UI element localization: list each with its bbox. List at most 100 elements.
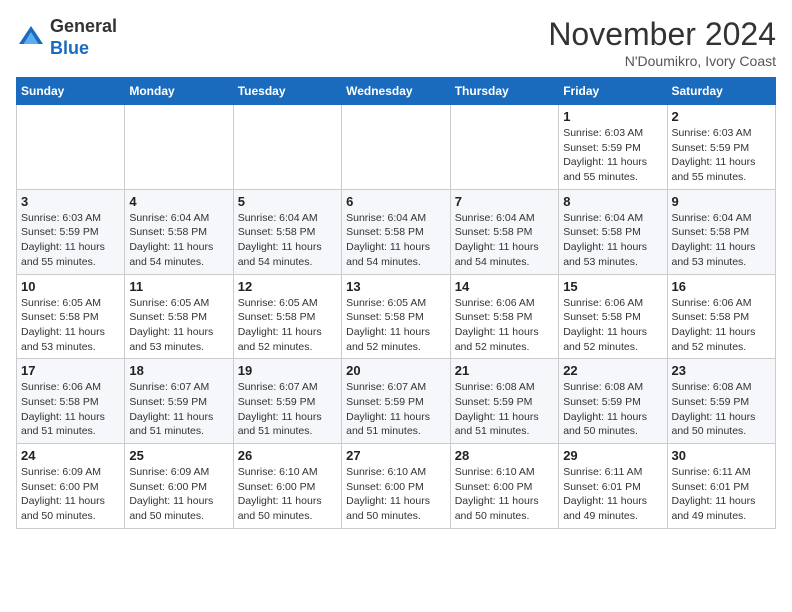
calendar-week-3: 10 Sunrise: 6:05 AMSunset: 5:58 PMDayligh… bbox=[17, 274, 776, 359]
calendar-week-2: 3 Sunrise: 6:03 AMSunset: 5:59 PMDaylight… bbox=[17, 189, 776, 274]
day-number: 6 bbox=[346, 194, 446, 209]
day-info: Sunrise: 6:07 AMSunset: 5:59 PMDaylight:… bbox=[346, 380, 446, 439]
day-info: Sunrise: 6:08 AMSunset: 5:59 PMDaylight:… bbox=[563, 380, 662, 439]
day-info: Sunrise: 6:03 AMSunset: 5:59 PMDaylight:… bbox=[21, 211, 120, 270]
day-number: 17 bbox=[21, 363, 120, 378]
calendar-cell: 19 Sunrise: 6:07 AMSunset: 5:59 PMDayligh… bbox=[233, 359, 341, 444]
day-info: Sunrise: 6:08 AMSunset: 5:59 PMDaylight:… bbox=[672, 380, 772, 439]
day-number: 28 bbox=[455, 448, 554, 463]
day-info: Sunrise: 6:04 AMSunset: 5:58 PMDaylight:… bbox=[672, 211, 772, 270]
day-number: 7 bbox=[455, 194, 554, 209]
calendar-cell: 8 Sunrise: 6:04 AMSunset: 5:58 PMDaylight… bbox=[559, 189, 667, 274]
calendar-cell: 27 Sunrise: 6:10 AMSunset: 6:00 PMDayligh… bbox=[342, 444, 451, 529]
calendar-cell: 2 Sunrise: 6:03 AMSunset: 5:59 PMDaylight… bbox=[667, 105, 776, 190]
title-block: November 2024 N'Doumikro, Ivory Coast bbox=[548, 16, 776, 69]
calendar-body: 1 Sunrise: 6:03 AMSunset: 5:59 PMDaylight… bbox=[17, 105, 776, 529]
weekday-header-saturday: Saturday bbox=[667, 78, 776, 105]
logo-icon bbox=[16, 23, 46, 53]
calendar-cell: 14 Sunrise: 6:06 AMSunset: 5:58 PMDayligh… bbox=[450, 274, 558, 359]
day-info: Sunrise: 6:07 AMSunset: 5:59 PMDaylight:… bbox=[129, 380, 228, 439]
day-number: 8 bbox=[563, 194, 662, 209]
calendar-week-5: 24Sunrise: 6:09 AMSunset: 6:00 PMDayligh… bbox=[17, 444, 776, 529]
day-number: 2 bbox=[672, 109, 772, 124]
day-info: Sunrise: 6:05 AMSunset: 5:58 PMDaylight:… bbox=[21, 296, 120, 355]
calendar-table: SundayMondayTuesdayWednesdayThursdayFrid… bbox=[16, 77, 776, 529]
calendar-cell: 7Sunrise: 6:04 AMSunset: 5:58 PMDaylight… bbox=[450, 189, 558, 274]
day-info: Sunrise: 6:06 AMSunset: 5:58 PMDaylight:… bbox=[455, 296, 554, 355]
day-number: 1 bbox=[563, 109, 662, 124]
day-info: Sunrise: 6:10 AMSunset: 6:00 PMDaylight:… bbox=[346, 465, 446, 524]
calendar-cell: 17 Sunrise: 6:06 AMSunset: 5:58 PMDayligh… bbox=[17, 359, 125, 444]
logo-blue-text: Blue bbox=[50, 38, 117, 60]
logo-text: General Blue bbox=[50, 16, 117, 59]
day-number: 13 bbox=[346, 279, 446, 294]
calendar-cell: 3 Sunrise: 6:03 AMSunset: 5:59 PMDaylight… bbox=[17, 189, 125, 274]
day-number: 16 bbox=[672, 279, 772, 294]
calendar-cell: 29 Sunrise: 6:11 AMSunset: 6:01 PMDayligh… bbox=[559, 444, 667, 529]
weekday-header-monday: Monday bbox=[125, 78, 233, 105]
calendar-cell bbox=[450, 105, 558, 190]
day-number: 11 bbox=[129, 279, 228, 294]
calendar-cell: 5Sunrise: 6:04 AMSunset: 5:58 PMDaylight… bbox=[233, 189, 341, 274]
logo-general-text: General bbox=[50, 16, 117, 38]
day-number: 18 bbox=[129, 363, 228, 378]
calendar-week-1: 1 Sunrise: 6:03 AMSunset: 5:59 PMDaylight… bbox=[17, 105, 776, 190]
calendar-cell: 16 Sunrise: 6:06 AMSunset: 5:58 PMDayligh… bbox=[667, 274, 776, 359]
day-info: Sunrise: 6:06 AMSunset: 5:58 PMDaylight:… bbox=[21, 380, 120, 439]
day-info: Sunrise: 6:04 AMSunset: 5:58 PMDaylight:… bbox=[129, 211, 228, 270]
day-number: 4 bbox=[129, 194, 228, 209]
calendar-cell: 10 Sunrise: 6:05 AMSunset: 5:58 PMDayligh… bbox=[17, 274, 125, 359]
day-number: 14 bbox=[455, 279, 554, 294]
day-number: 12 bbox=[238, 279, 337, 294]
logo: General Blue bbox=[16, 16, 117, 59]
day-number: 19 bbox=[238, 363, 337, 378]
day-info: Sunrise: 6:03 AMSunset: 5:59 PMDaylight:… bbox=[672, 126, 772, 185]
calendar-cell bbox=[17, 105, 125, 190]
day-info: Sunrise: 6:04 AMSunset: 5:58 PMDaylight:… bbox=[346, 211, 446, 270]
calendar-header: SundayMondayTuesdayWednesdayThursdayFrid… bbox=[17, 78, 776, 105]
calendar-cell: 21 Sunrise: 6:08 AMSunset: 5:59 PMDayligh… bbox=[450, 359, 558, 444]
day-number: 22 bbox=[563, 363, 662, 378]
day-info: Sunrise: 6:06 AMSunset: 5:58 PMDaylight:… bbox=[672, 296, 772, 355]
day-info: Sunrise: 6:09 AMSunset: 6:00 PMDaylight:… bbox=[129, 465, 228, 524]
day-info: Sunrise: 6:09 AMSunset: 6:00 PMDaylight:… bbox=[21, 465, 120, 524]
page-header: General Blue November 2024 N'Doumikro, I… bbox=[16, 16, 776, 69]
day-number: 26 bbox=[238, 448, 337, 463]
calendar-cell: 12 Sunrise: 6:05 AMSunset: 5:58 PMDayligh… bbox=[233, 274, 341, 359]
calendar-cell: 1Sunrise: 6:03 AMSunset: 5:59 PMDaylight… bbox=[559, 105, 667, 190]
month-title: November 2024 bbox=[548, 16, 776, 53]
calendar-cell: 6 Sunrise: 6:04 AMSunset: 5:58 PMDaylight… bbox=[342, 189, 451, 274]
day-number: 21 bbox=[455, 363, 554, 378]
day-number: 3 bbox=[21, 194, 120, 209]
day-number: 10 bbox=[21, 279, 120, 294]
calendar-cell: 28 Sunrise: 6:10 AMSunset: 6:00 PMDayligh… bbox=[450, 444, 558, 529]
calendar-cell: 11 Sunrise: 6:05 AMSunset: 5:58 PMDayligh… bbox=[125, 274, 233, 359]
day-info: Sunrise: 6:11 AMSunset: 6:01 PMDaylight:… bbox=[672, 465, 772, 524]
day-info: Sunrise: 6:08 AMSunset: 5:59 PMDaylight:… bbox=[455, 380, 554, 439]
day-info: Sunrise: 6:04 AMSunset: 5:58 PMDaylight:… bbox=[238, 211, 337, 270]
day-info: Sunrise: 6:10 AMSunset: 6:00 PMDaylight:… bbox=[455, 465, 554, 524]
day-number: 25 bbox=[129, 448, 228, 463]
calendar-cell: 23Sunrise: 6:08 AMSunset: 5:59 PMDayligh… bbox=[667, 359, 776, 444]
day-info: Sunrise: 6:05 AMSunset: 5:58 PMDaylight:… bbox=[238, 296, 337, 355]
day-number: 29 bbox=[563, 448, 662, 463]
day-number: 9 bbox=[672, 194, 772, 209]
calendar-cell: 4 Sunrise: 6:04 AMSunset: 5:58 PMDaylight… bbox=[125, 189, 233, 274]
day-number: 27 bbox=[346, 448, 446, 463]
location-subtitle: N'Doumikro, Ivory Coast bbox=[548, 53, 776, 69]
day-info: Sunrise: 6:11 AMSunset: 6:01 PMDaylight:… bbox=[563, 465, 662, 524]
calendar-cell: 26Sunrise: 6:10 AMSunset: 6:00 PMDayligh… bbox=[233, 444, 341, 529]
calendar-cell: 18 Sunrise: 6:07 AMSunset: 5:59 PMDayligh… bbox=[125, 359, 233, 444]
calendar-cell bbox=[125, 105, 233, 190]
calendar-cell: 30Sunrise: 6:11 AMSunset: 6:01 PMDayligh… bbox=[667, 444, 776, 529]
day-info: Sunrise: 6:05 AMSunset: 5:58 PMDaylight:… bbox=[129, 296, 228, 355]
calendar-cell bbox=[342, 105, 451, 190]
day-info: Sunrise: 6:07 AMSunset: 5:59 PMDaylight:… bbox=[238, 380, 337, 439]
weekday-header-sunday: Sunday bbox=[17, 78, 125, 105]
calendar-cell: 25 Sunrise: 6:09 AMSunset: 6:00 PMDayligh… bbox=[125, 444, 233, 529]
day-info: Sunrise: 6:04 AMSunset: 5:58 PMDaylight:… bbox=[563, 211, 662, 270]
calendar-cell: 22 Sunrise: 6:08 AMSunset: 5:59 PMDayligh… bbox=[559, 359, 667, 444]
weekday-header-friday: Friday bbox=[559, 78, 667, 105]
day-info: Sunrise: 6:06 AMSunset: 5:58 PMDaylight:… bbox=[563, 296, 662, 355]
calendar-cell bbox=[233, 105, 341, 190]
